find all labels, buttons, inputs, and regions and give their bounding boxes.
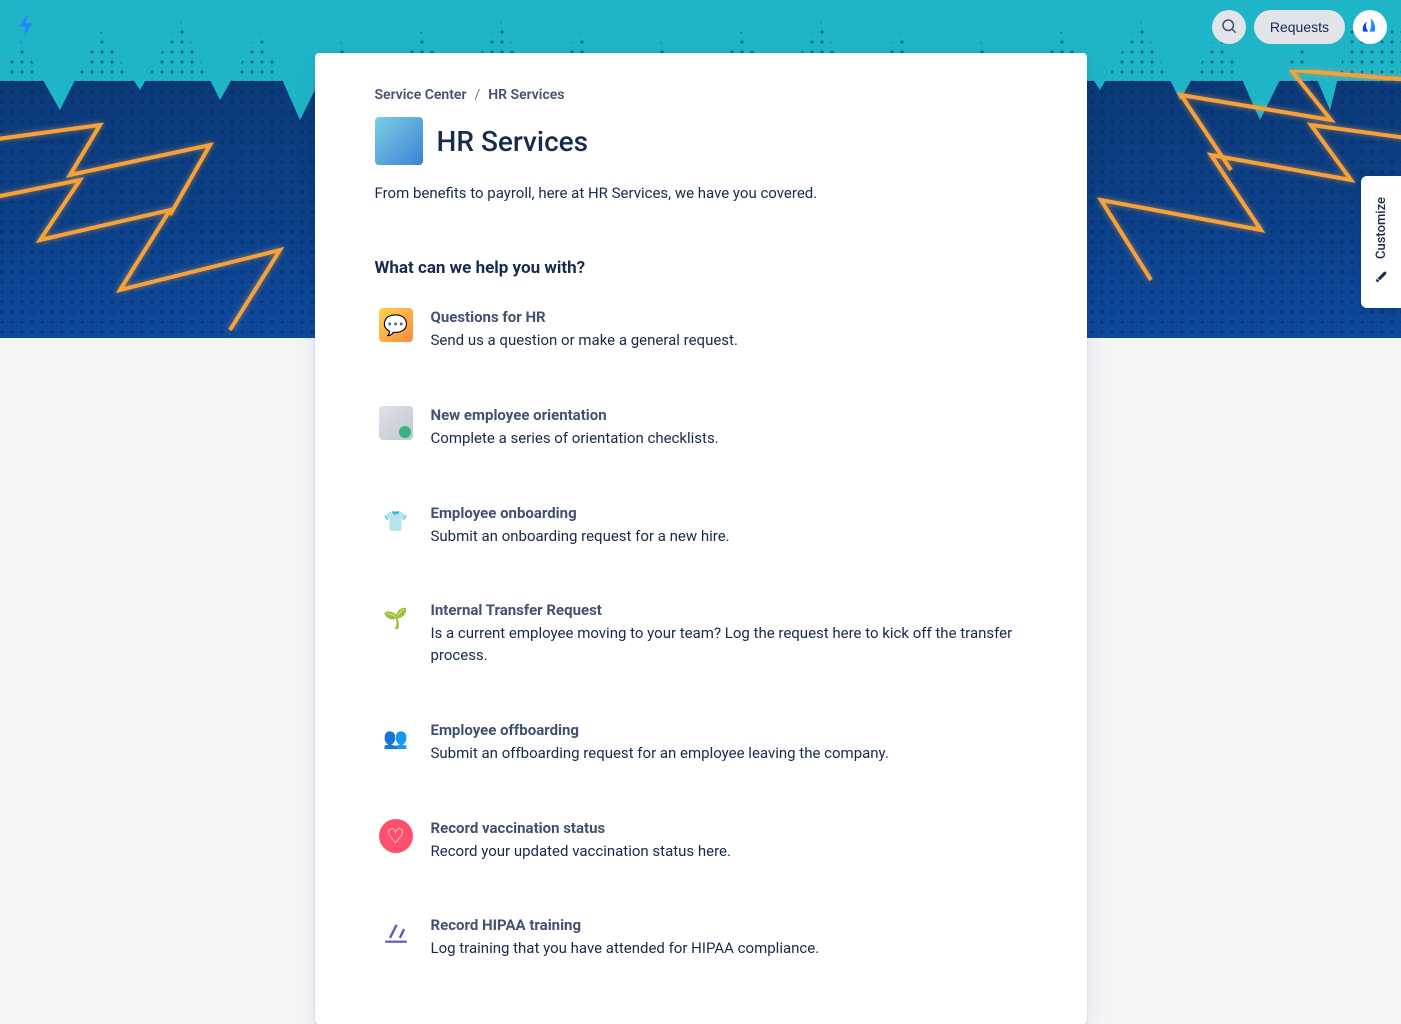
breadcrumb-current[interactable]: HR Services — [488, 87, 564, 103]
request-new-employee-orientation[interactable]: New employee orientation Complete a seri… — [375, 402, 1027, 454]
customize-label: Customize — [1374, 197, 1389, 259]
request-title: Internal Transfer Request — [431, 601, 1023, 619]
request-desc: Is a current employee moving to your tea… — [431, 623, 1023, 667]
service-icon — [375, 117, 423, 165]
search-button[interactable] — [1212, 10, 1246, 44]
request-record-vaccination[interactable]: ♡ Record vaccination status Record your … — [375, 815, 1027, 867]
requests-button[interactable]: Requests — [1254, 10, 1345, 44]
request-employee-offboarding[interactable]: 👥 Employee offboarding Submit an offboar… — [375, 717, 1027, 769]
request-desc: Send us a question or make a general req… — [431, 330, 1023, 352]
request-desc: Submit an offboarding request for an emp… — [431, 743, 1023, 765]
request-desc: Log training that you have attended for … — [431, 938, 1023, 960]
request-employee-onboarding[interactable]: 👕 Employee onboarding Submit an onboardi… — [375, 500, 1027, 552]
request-desc: Complete a series of orientation checkli… — [431, 428, 1023, 450]
section-heading: What can we help you with? — [375, 258, 1027, 278]
onboarding-icon: 👕 — [379, 504, 413, 538]
topbar: Requests — [1212, 10, 1387, 44]
pencil-icon — [1374, 269, 1388, 288]
app-logo[interactable] — [16, 12, 42, 42]
request-list: 💬 Questions for HR Send us a question or… — [375, 304, 1027, 964]
vaccination-icon: ♡ — [379, 819, 413, 853]
request-title: Employee offboarding — [431, 721, 1023, 739]
breadcrumb-separator: / — [474, 87, 480, 103]
request-title: Record HIPAA training — [431, 916, 1023, 934]
request-desc: Record your updated vaccination status h… — [431, 841, 1023, 863]
request-record-hipaa[interactable]: Record HIPAA training Log training that … — [375, 912, 1027, 964]
transfer-icon: 🌱 — [379, 601, 413, 635]
atlassian-icon — [1361, 17, 1379, 38]
request-questions-for-hr[interactable]: 💬 Questions for HR Send us a question or… — [375, 304, 1027, 356]
offboarding-icon: 👥 — [379, 721, 413, 755]
hipaa-icon — [379, 916, 413, 950]
requests-label: Requests — [1270, 19, 1329, 35]
lightning-left — [0, 120, 300, 338]
request-internal-transfer[interactable]: 🌱 Internal Transfer Request Is a current… — [375, 597, 1027, 671]
customize-tab[interactable]: Customize — [1361, 176, 1401, 308]
title-row: HR Services — [375, 117, 1027, 165]
breadcrumb-root[interactable]: Service Center — [375, 87, 467, 103]
request-title: Questions for HR — [431, 308, 1023, 326]
lightning-right — [1061, 70, 1401, 310]
orientation-icon — [379, 406, 413, 440]
request-desc: Submit an onboarding request for a new h… — [431, 526, 1023, 548]
request-title: Record vaccination status — [431, 819, 1023, 837]
request-title: Employee onboarding — [431, 504, 1023, 522]
profile-button[interactable] — [1353, 10, 1387, 44]
main-card: Service Center / HR Services HR Services… — [315, 53, 1087, 1024]
search-icon — [1220, 17, 1238, 38]
page-description: From benefits to payroll, here at HR Ser… — [375, 183, 1027, 204]
page-title: HR Services — [437, 125, 589, 158]
questions-icon: 💬 — [379, 308, 413, 342]
breadcrumb: Service Center / HR Services — [375, 87, 1027, 103]
request-title: New employee orientation — [431, 406, 1023, 424]
